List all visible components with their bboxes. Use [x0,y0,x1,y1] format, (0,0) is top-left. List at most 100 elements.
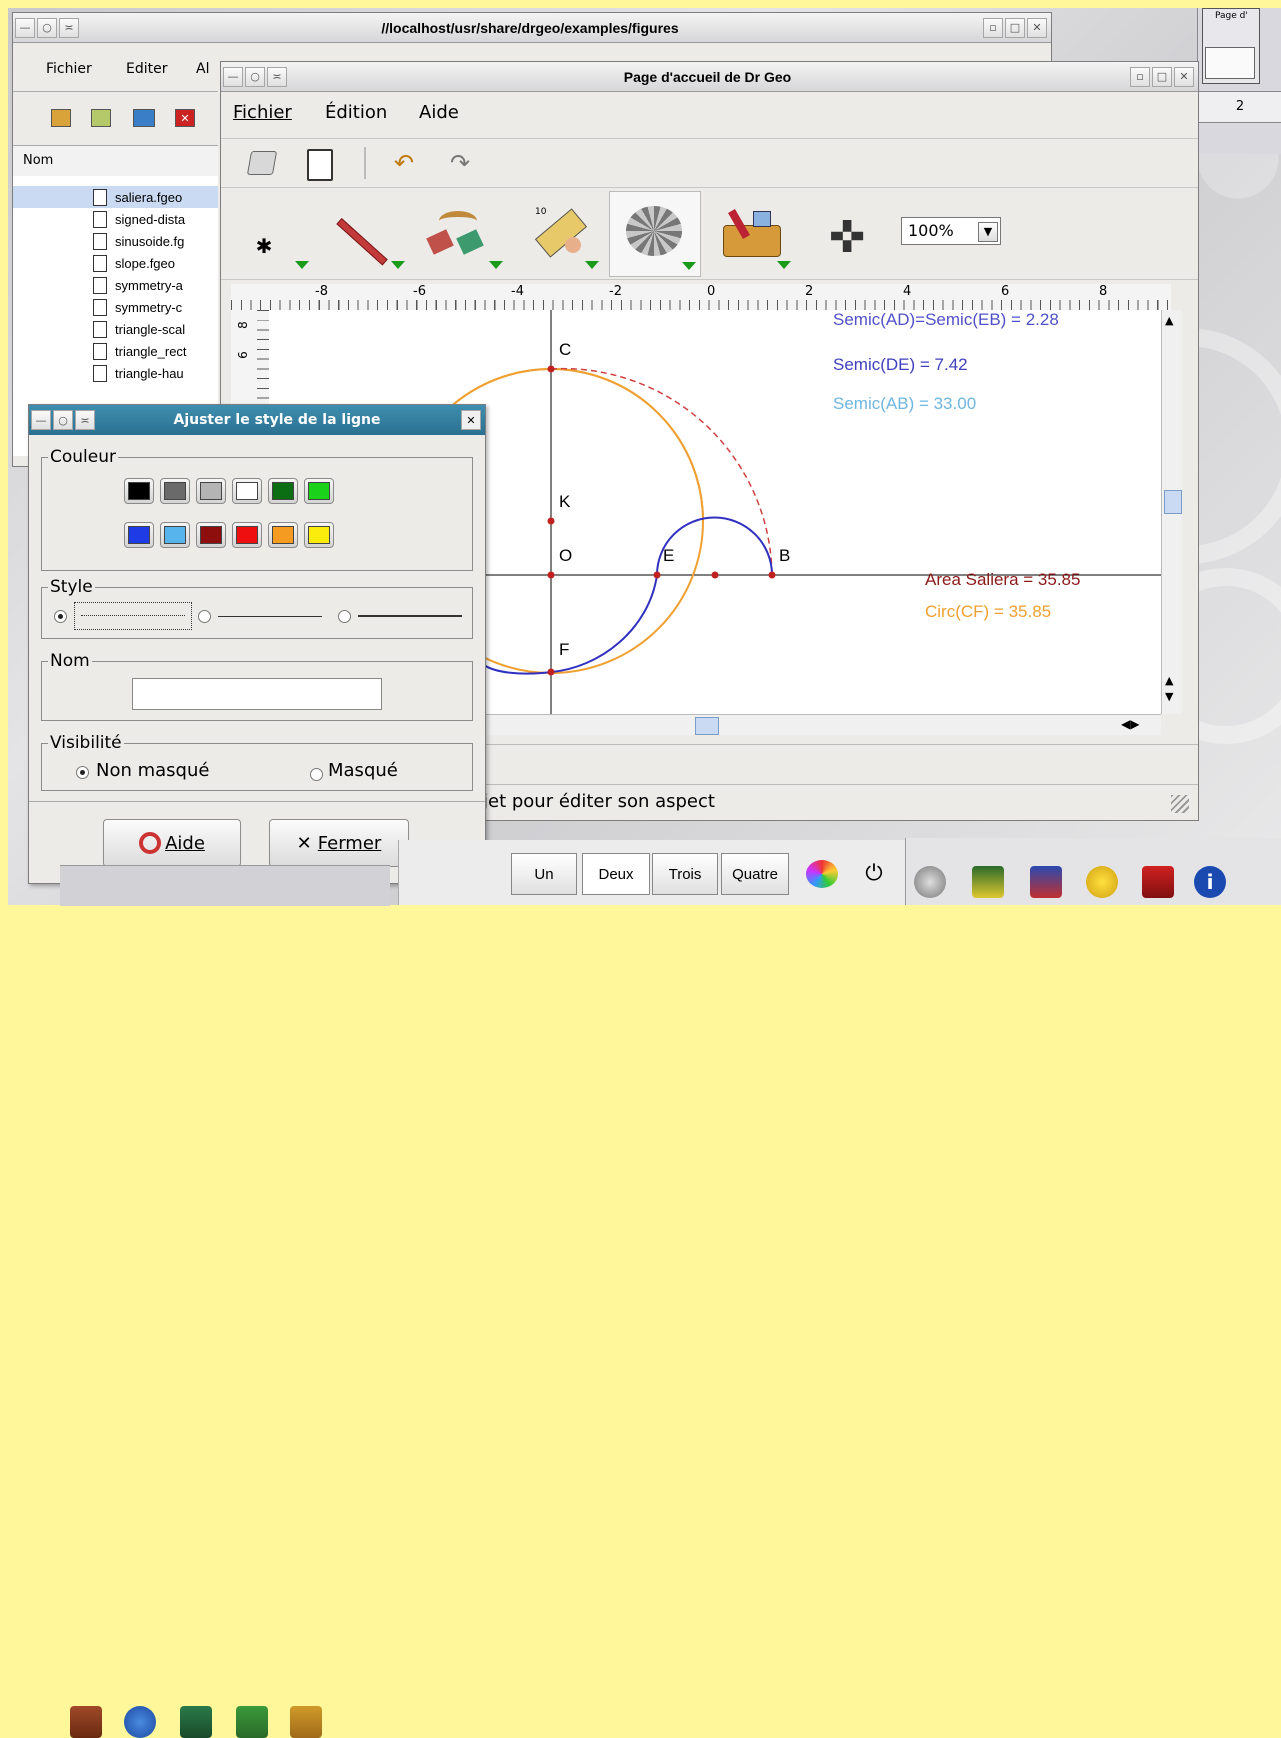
color-swatch-yellow[interactable] [304,522,334,548]
dropdown-arrow-icon[interactable] [777,261,791,269]
transformation-tool-icon[interactable] [426,211,489,255]
column-header[interactable]: Nom [13,145,218,177]
minimize-icon[interactable]: — [223,66,243,87]
line-tool-icon[interactable] [336,218,388,266]
style-option-thick[interactable] [358,615,462,617]
zoom-fit-icon[interactable]: ✜ [817,211,877,263]
list-item[interactable]: saliera.fgeo [13,186,218,208]
name-input[interactable] [132,678,382,710]
scroll-down-icon[interactable]: ▼ [1165,690,1173,703]
style-radio-dotted[interactable] [54,610,67,623]
edit-tool-icon[interactable] [721,209,781,257]
point-d[interactable] [711,571,719,579]
menu-edition[interactable]: Édition [325,102,387,123]
point-k[interactable] [547,517,555,525]
list-item[interactable]: slope.fgeo [13,252,175,274]
disk-icon[interactable] [914,866,946,898]
list-item[interactable]: triangle-hau [13,362,184,384]
color-swatch-white[interactable] [232,478,262,504]
style-radio-normal[interactable] [198,610,211,623]
color-swatch-dark-red[interactable] [196,522,226,548]
point-f[interactable] [547,668,555,676]
list-item[interactable]: triangle_rect [13,340,187,362]
palette-icon[interactable] [806,860,838,888]
tools-icon[interactable] [290,1706,322,1738]
point-tool-icon[interactable]: ✱ [251,233,277,259]
minimize-icon[interactable]: ▫ [1130,66,1150,87]
pacman-icon[interactable] [1086,866,1118,898]
close-icon[interactable]: ✕ [1027,17,1047,38]
color-swatch-blue[interactable] [124,522,154,548]
pager-desktop-number[interactable]: 2 [1198,91,1281,123]
restore-icon[interactable]: ○ [53,410,73,430]
minimize-icon[interactable]: — [31,410,51,430]
redo-icon[interactable]: ↷ [447,149,473,177]
toolbar-icon-folder[interactable] [91,109,111,127]
menu-aide[interactable]: Aide [419,102,459,123]
menu-editer[interactable]: Editer [126,61,167,77]
macro-tool-button[interactable] [609,191,701,277]
list-item[interactable]: triangle-scal [13,318,185,340]
desktop-button-un[interactable]: Un [511,853,577,895]
color-swatch-orange[interactable] [268,522,298,548]
style-radio-thick[interactable] [338,610,351,623]
list-item[interactable]: signed-dista [13,208,185,230]
close-icon[interactable]: ✕ [1174,66,1194,87]
power-icon[interactable]: ⏻ [860,860,888,888]
zoom-field[interactable]: 100% ▼ [901,217,1001,245]
semicircle-ab[interactable] [550,367,773,576]
desktop-button-quatre[interactable]: Quatre [721,853,789,895]
toolbar-icon-view[interactable] [51,109,71,127]
measure-area-saliera[interactable]: Area Saliera = 35.85 [925,570,1080,590]
desktop-button-deux[interactable]: Deux [582,853,650,895]
horizontal-scroll-thumb[interactable] [695,717,719,735]
dropdown-arrow-icon[interactable] [682,262,696,270]
minimize-icon[interactable]: — [15,17,35,38]
list-item[interactable]: symmetry-c [13,296,182,318]
resize-grip-icon[interactable] [1171,795,1189,813]
restore-icon[interactable]: ○ [37,17,57,38]
minimize-icon[interactable]: ▫ [983,17,1003,38]
app-launcher-icon[interactable] [70,1706,102,1738]
print-icon[interactable] [246,151,278,175]
measure-semic-ad-eb[interactable]: Semic(AD)=Semic(EB) = 2.28 [833,310,1059,330]
list-item[interactable]: sinusoide.fg [13,230,184,252]
browser-icon[interactable] [124,1706,156,1738]
color-swatch-light-gray[interactable] [196,478,226,504]
style-option-normal[interactable] [218,616,322,617]
measure-semic-ab[interactable]: Semic(AB) = 33.00 [833,394,976,414]
color-swatch-green[interactable] [304,478,334,504]
pager-preview[interactable]: Page d' [1202,8,1260,84]
vertical-scroll-thumb[interactable] [1164,490,1182,514]
point-e[interactable] [653,571,661,579]
list-item[interactable]: symmetry-a [13,274,183,296]
maximize-icon[interactable]: □ [1152,66,1172,87]
dropdown-arrow-icon[interactable] [295,261,309,269]
restore-icon[interactable]: ○ [245,66,265,87]
visible-radio[interactable] [76,766,89,779]
shade-icon[interactable]: ≍ [59,17,79,38]
scroll-left-icon[interactable]: ◀▶ [1121,717,1139,731]
close-icon[interactable]: ✕ [461,410,481,430]
measure-tool-icon[interactable]: 10 [527,207,589,258]
style-option-dotted[interactable] [74,602,192,630]
hidden-radio[interactable] [310,768,323,781]
dropdown-arrow-icon[interactable] [391,261,405,269]
point-o[interactable] [547,571,555,579]
semicircle-de[interactable] [483,574,658,675]
dropdown-arrow-icon[interactable] [585,261,599,269]
menu-fichier[interactable]: Fichier [46,61,92,77]
color-swatch-light-blue[interactable] [160,522,190,548]
desktop-button-trois[interactable]: Trois [652,853,718,895]
toolbar-icon-monitor[interactable] [133,109,155,127]
hidden-label[interactable]: Masqué [328,760,398,781]
menu-fichier[interactable]: Fichier [233,102,292,123]
toolbar-icon-delete[interactable]: ✕ [175,109,195,127]
vertical-scrollbar[interactable]: ▲ ▲ ▼ [1161,310,1182,714]
scroll-up-icon[interactable]: ▲ [1165,674,1173,687]
shade-icon[interactable]: ≍ [75,410,95,430]
maximize-icon[interactable]: □ [1005,17,1025,38]
point-c[interactable] [547,365,555,373]
menu-aller[interactable]: Al [196,61,209,77]
measure-circ-cf[interactable]: Circ(CF) = 35.85 [925,602,1051,622]
